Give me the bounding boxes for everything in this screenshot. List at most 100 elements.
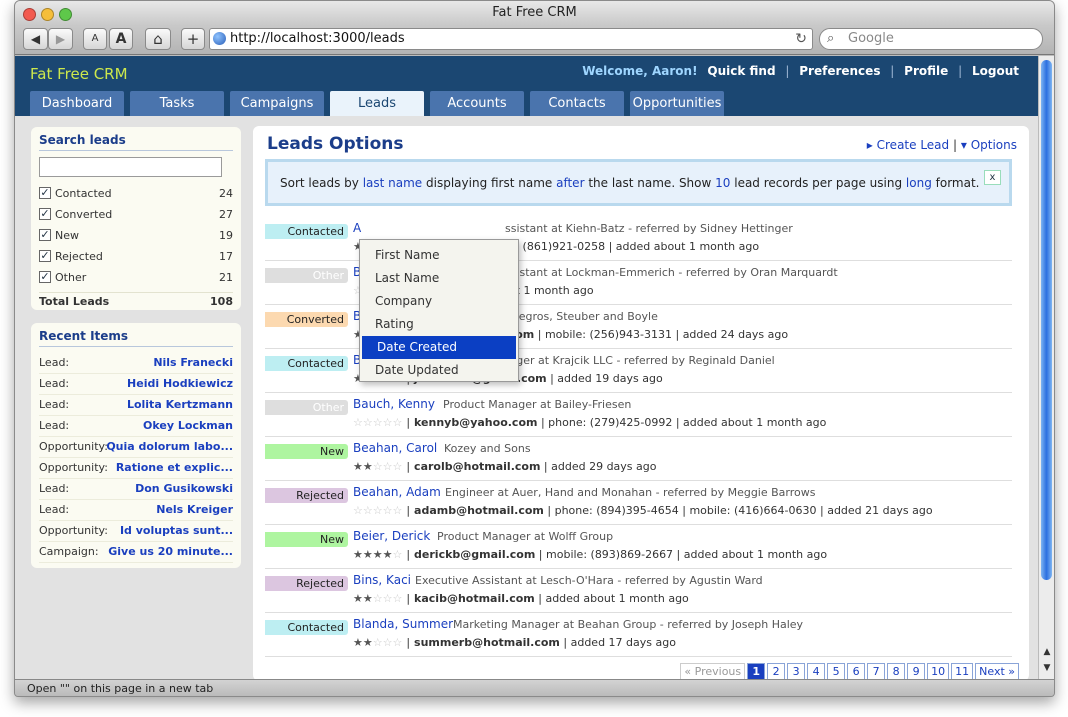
search-input[interactable] (39, 157, 222, 177)
rating-stars-empty[interactable]: ☆☆☆ (373, 592, 403, 605)
tab-dashboard[interactable]: Dashboard (30, 91, 124, 116)
checkbox[interactable]: ✓ (39, 208, 51, 220)
dropdown-option[interactable]: Date Created (362, 336, 516, 359)
forward-button[interactable]: ▶ (48, 28, 73, 50)
back-button[interactable]: ◀ (23, 28, 48, 50)
lead-name-link[interactable]: Beahan, Adam (353, 485, 441, 499)
reload-icon[interactable]: ↻ (795, 29, 807, 49)
lead-name-link[interactable]: Beahan, Carol (353, 441, 437, 455)
rating-stars[interactable]: ★★★★ (353, 548, 392, 561)
preferences-link[interactable]: Preferences (799, 64, 880, 78)
tab-opportunities[interactable]: Opportunities (630, 91, 724, 116)
filter-new[interactable]: ✓ New 19 (39, 229, 233, 250)
close-window-button[interactable] (23, 8, 36, 21)
tab-tasks[interactable]: Tasks (130, 91, 224, 116)
lead-name-link[interactable]: Bauch, Kenny (353, 397, 435, 411)
dropdown-option[interactable]: Last Name (360, 267, 518, 290)
lead-email[interactable]: kacib@hotmail.com (414, 592, 535, 605)
rating-stars-empty[interactable]: ☆☆☆ (373, 636, 403, 649)
rating-stars[interactable]: ★★ (353, 636, 373, 649)
page-number-button[interactable]: 9 (907, 663, 926, 679)
rating-stars-empty[interactable]: ☆☆☆☆☆ (353, 504, 402, 517)
options-link[interactable]: ▾ Options (961, 138, 1017, 152)
logout-link[interactable]: Logout (972, 64, 1019, 78)
scroll-up-arrow[interactable]: ▲ (1041, 647, 1053, 659)
minimize-window-button[interactable] (41, 8, 54, 21)
zoom-window-button[interactable] (59, 8, 72, 21)
rating-stars-empty[interactable]: ☆☆☆☆☆ (353, 416, 402, 429)
recent-item-link[interactable]: Okey Lockman (143, 416, 233, 436)
lead-row: Contacted Blanda, Summer Marketing Manager… (265, 613, 1012, 657)
next-page-button[interactable]: Next » (975, 663, 1019, 679)
recent-item-link[interactable]: Don Gusikowski (135, 479, 233, 499)
vertical-scrollbar[interactable]: ▲ ▼ (1038, 56, 1054, 679)
recent-item-link[interactable]: Heidi Hodkiewicz (127, 374, 233, 394)
rating-stars[interactable]: ★★ (353, 592, 373, 605)
lead-name-link[interactable]: Blanda, Summer (353, 617, 453, 631)
page-number-button[interactable]: 3 (787, 663, 806, 679)
checkbox[interactable]: ✓ (39, 229, 51, 241)
dropdown-option[interactable]: First Name (360, 244, 518, 267)
scroll-thumb[interactable] (1041, 60, 1052, 580)
dropdown-option[interactable]: Date Updated (360, 359, 518, 382)
lead-name-link[interactable]: Beier, Derick (353, 529, 430, 543)
filter-contacted[interactable]: ✓ Contacted 24 (39, 187, 233, 208)
page-number-button[interactable]: 11 (951, 663, 974, 679)
tab-contacts[interactable]: Contacts (530, 91, 624, 116)
lead-details: ★★☆☆☆ | summerb@hotmail.com | added 17 day… (353, 636, 676, 649)
text-smaller-button[interactable]: A (83, 28, 107, 50)
checkbox[interactable]: ✓ (39, 250, 51, 262)
filter-converted[interactable]: ✓ Converted 27 (39, 208, 233, 229)
page-number-button[interactable]: 8 (887, 663, 906, 679)
add-bookmark-button[interactable]: + (181, 28, 205, 50)
close-options-button[interactable]: x (984, 170, 1001, 185)
recent-item-link[interactable]: Quia dolorum labo... (106, 437, 233, 457)
rating-stars-empty[interactable]: ☆ (392, 548, 402, 561)
lead-name-link[interactable]: A (353, 221, 361, 235)
profile-link[interactable]: Profile (904, 64, 948, 78)
page-number-button[interactable]: 4 (807, 663, 826, 679)
lead-email[interactable]: adamb@hotmail.com (414, 504, 544, 517)
recent-item-link[interactable]: Ratione et explic... (116, 458, 233, 478)
dropdown-option[interactable]: Rating (360, 313, 518, 336)
lead-email[interactable]: derickb@gmail.com (414, 548, 535, 561)
filter-rejected[interactable]: ✓ Rejected 17 (39, 250, 233, 271)
tab-campaigns[interactable]: Campaigns (230, 91, 324, 116)
checkbox[interactable]: ✓ (39, 271, 51, 283)
status-badge: New (265, 444, 348, 459)
lead-email[interactable]: summerb@hotmail.com (414, 636, 560, 649)
quick-find-link[interactable]: Quick find (707, 64, 775, 78)
page-number-button[interactable]: 5 (827, 663, 846, 679)
name-order-link[interactable]: after (556, 176, 584, 190)
filter-other[interactable]: ✓ Other 21 (39, 271, 233, 292)
recent-item-link[interactable]: Lolita Kertzmann (127, 395, 233, 415)
brand-logo[interactable]: Fat Free CRM (30, 65, 128, 83)
lead-email[interactable]: carolb@hotmail.com (414, 460, 540, 473)
dropdown-option[interactable]: Company (360, 290, 518, 313)
home-icon[interactable]: ⌂ (145, 28, 171, 50)
page-number-button[interactable]: 6 (847, 663, 866, 679)
create-lead-link[interactable]: ▸ Create Lead (867, 138, 949, 152)
per-page-link[interactable]: 10 (715, 176, 730, 190)
tab-accounts[interactable]: Accounts (430, 91, 524, 116)
page-number-button[interactable]: 1 (747, 663, 766, 679)
recent-item-link[interactable]: Nils Franecki (153, 353, 233, 373)
checkbox[interactable]: ✓ (39, 187, 51, 199)
scroll-down-arrow[interactable]: ▼ (1041, 663, 1053, 675)
rating-stars[interactable]: ★★ (353, 460, 373, 473)
text-bigger-button[interactable]: A (109, 28, 133, 50)
web-search-input[interactable]: ⌕ Google (819, 28, 1043, 50)
recent-item-link[interactable]: Give us 20 minute... (108, 542, 233, 562)
sort-field-link[interactable]: last name (363, 176, 423, 190)
lead-name-link[interactable]: Bins, Kaci (353, 573, 411, 587)
lead-email[interactable]: kennyb@yahoo.com (414, 416, 537, 429)
recent-item-link[interactable]: Id voluptas sunt... (120, 521, 233, 541)
recent-item-link[interactable]: Nels Kreiger (156, 500, 233, 520)
format-link[interactable]: long (906, 176, 932, 190)
tab-leads[interactable]: Leads (330, 91, 424, 116)
page-number-button[interactable]: 10 (927, 663, 950, 679)
page-number-button[interactable]: 7 (867, 663, 886, 679)
address-bar[interactable]: http://localhost:3000/leads ↻ (209, 28, 813, 50)
page-number-button[interactable]: 2 (767, 663, 786, 679)
rating-stars-empty[interactable]: ☆☆☆ (373, 460, 403, 473)
